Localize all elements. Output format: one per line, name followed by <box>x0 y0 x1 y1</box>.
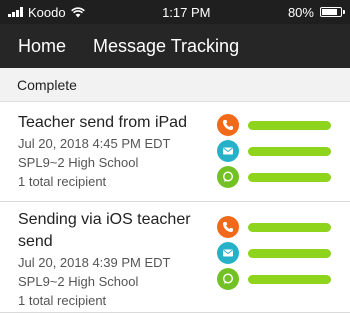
sms-progress-bar <box>248 274 331 284</box>
message-row[interactable]: Sending via iOS teacher send Jul 20, 201… <box>0 202 350 313</box>
section-header-complete: Complete <box>0 68 350 102</box>
carrier-name: Koodo <box>28 4 66 20</box>
page-title: Message Tracking <box>93 35 240 56</box>
wifi-icon <box>70 6 85 17</box>
email-icon <box>217 242 239 264</box>
status-bar: Koodo 1:17 PM 80% <box>0 0 350 24</box>
phone-progress-bar <box>248 222 331 232</box>
email-progress-bar <box>248 248 331 258</box>
channel-phone <box>217 112 337 138</box>
battery-percent: 80% <box>287 4 314 20</box>
sms-progress-bar <box>248 172 331 182</box>
phone-icon <box>217 114 239 136</box>
channel-phone <box>217 214 337 240</box>
chat-bubble-icon <box>217 166 239 188</box>
chat-bubble-icon <box>217 268 239 290</box>
email-icon <box>217 140 239 162</box>
message-title: Teacher send from iPad <box>18 114 187 131</box>
message-title: Sending via iOS teacher send <box>18 211 191 250</box>
delivery-channels <box>217 214 337 292</box>
message-row[interactable]: Teacher send from iPad Jul 20, 2018 4:45… <box>0 102 350 202</box>
delivery-channels <box>217 112 337 190</box>
battery-icon <box>319 7 345 17</box>
home-button[interactable]: Home <box>18 36 66 57</box>
phone-progress-bar <box>248 120 331 130</box>
navigation-bar: Home Message Tracking <box>0 24 350 68</box>
phone-icon <box>217 216 239 238</box>
channel-email <box>217 240 337 266</box>
status-time: 1:17 PM <box>162 4 211 20</box>
channel-sms <box>217 164 337 190</box>
channel-email <box>217 138 337 164</box>
signal-strength-icon <box>8 7 23 17</box>
message-recipients: 1 total recipient <box>18 293 107 308</box>
channel-sms <box>217 266 337 292</box>
email-progress-bar <box>248 146 331 156</box>
